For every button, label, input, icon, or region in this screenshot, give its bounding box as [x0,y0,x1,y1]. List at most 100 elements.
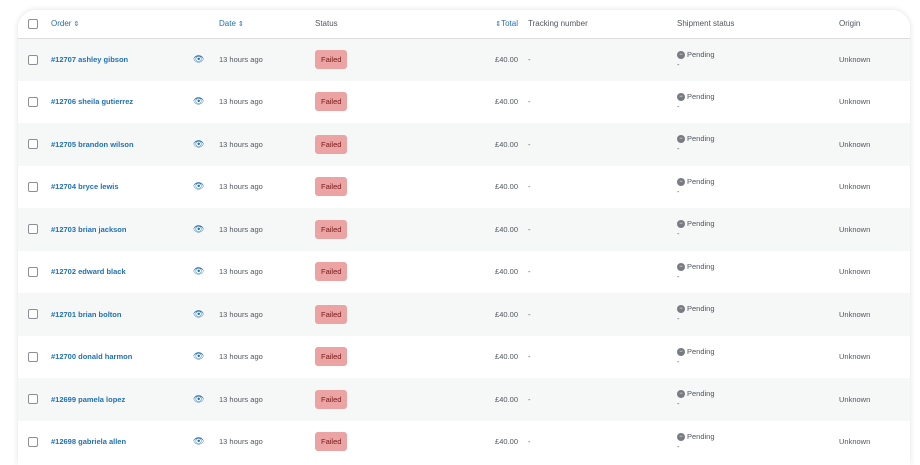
column-status: Status [315,10,463,38]
shipment-status: − Pending - [677,219,837,239]
order-date: 13 hours ago [219,55,263,64]
order-link[interactable]: #12705 brandon wilson [51,140,134,149]
pending-circle-icon: − [677,177,685,186]
shipment-status: − Pending - [677,389,837,409]
shipment-status-label: Pending [687,389,715,399]
order-link[interactable]: #12701 brian bolton [51,310,121,319]
table-header-row: Order ⇕ Date ⇕ Status ⇕Total Tracking numb… [18,10,910,38]
select-all-checkbox[interactable] [28,18,38,29]
tracking-number: - [528,224,531,234]
order-total: £40.00 [495,139,518,149]
row-checkbox[interactable] [28,309,38,320]
row-checkbox[interactable] [28,54,38,65]
table-row[interactable]: #12707 ashley gibson 👁︎ 13 hours ago Fai… [18,38,910,81]
row-checkbox[interactable] [28,96,38,107]
order-origin: Unknown [839,182,871,192]
status-badge: Failed [315,304,348,324]
eye-icon[interactable]: 👁︎ [193,436,204,446]
tracking-number: - [528,267,531,277]
column-order-label: Order [51,19,72,29]
order-origin: Unknown [839,309,871,319]
eye-icon[interactable]: 👁︎ [193,96,204,106]
order-link[interactable]: #12703 brian jackson [51,225,126,234]
table-row[interactable]: #12703 brian jackson 👁︎ 13 hours ago Fai… [18,208,910,251]
table-row[interactable]: #12706 sheila gutierrez 👁︎ 13 hours ago … [18,81,910,124]
order-total: £40.00 [495,224,518,234]
row-checkbox[interactable] [28,436,38,447]
column-status-label: Status [315,19,338,29]
table-row[interactable]: #12705 brandon wilson 👁︎ 13 hours ago Fa… [18,123,910,166]
column-tracking: Tracking number [520,10,677,38]
shipment-status-label: Pending [687,134,715,144]
status-badge: Failed [315,134,348,154]
eye-icon[interactable]: 👁︎ [193,266,204,276]
shipment-status-label: Pending [687,304,715,314]
order-link[interactable]: #12704 bryce lewis [51,182,119,191]
row-checkbox[interactable] [28,351,38,362]
shipment-status-label: Pending [687,261,715,271]
table-row[interactable]: #12700 donald harmon 👁︎ 13 hours ago Fai… [18,336,910,379]
row-checkbox[interactable] [28,266,38,277]
shipment-status-sub: - [677,229,680,239]
eye-icon[interactable]: 👁︎ [193,309,204,319]
order-total: £40.00 [495,352,518,362]
pending-circle-icon: − [677,432,685,441]
order-link[interactable]: #12700 donald harmon [51,352,132,361]
eye-icon[interactable]: 👁︎ [193,351,204,361]
order-origin: Unknown [839,267,871,277]
pending-circle-icon: − [677,135,685,144]
eye-icon[interactable]: 👁︎ [193,181,204,191]
column-total[interactable]: ⇕Total [463,10,520,38]
shipment-status-label: Pending [687,346,715,356]
tracking-number: - [528,182,531,192]
shipment-status-sub: - [677,186,680,196]
order-link[interactable]: #12706 sheila gutierrez [51,97,133,106]
table-row[interactable]: #12701 brian bolton 👁︎ 13 hours ago Fail… [18,293,910,336]
row-checkbox[interactable] [28,394,38,405]
shipment-status: − Pending - [677,177,837,197]
order-link[interactable]: #12702 edward black [51,267,126,276]
order-origin: Unknown [839,394,871,404]
eye-icon[interactable]: 👁︎ [193,224,204,234]
status-badge: Failed [315,219,348,239]
table-row[interactable]: #12702 edward black 👁︎ 13 hours ago Fail… [18,251,910,294]
status-badge: Failed [315,92,348,112]
order-link[interactable]: #12699 pamela lopez [51,395,125,404]
shipment-status: − Pending - [677,262,837,282]
column-order[interactable]: Order ⇕ [51,10,193,38]
table-row[interactable]: #12704 bryce lewis 👁︎ 13 hours ago Faile… [18,166,910,209]
shipment-status: − Pending - [677,50,837,70]
row-checkbox[interactable] [28,139,38,150]
column-shipment-label: Shipment status [677,19,735,29]
order-total: £40.00 [495,394,518,404]
eye-icon[interactable]: 👁︎ [193,54,204,64]
row-checkbox[interactable] [28,181,38,192]
shipment-status: − Pending - [677,347,837,367]
column-preview [193,10,219,38]
status-badge: Failed [315,262,348,282]
order-date: 13 hours ago [219,267,263,277]
orders-table: Order ⇕ Date ⇕ Status ⇕Total Tracking numb… [18,10,910,463]
tracking-number: - [528,97,531,107]
order-link[interactable]: #12707 ashley gibson [51,55,128,64]
pending-circle-icon: − [677,50,685,59]
order-link[interactable]: #12698 gabriela allen [51,437,126,446]
table-row[interactable]: #12698 gabriela allen 👁︎ 13 hours ago Fa… [18,421,910,464]
sort-arrows-icon: ⇕ [237,21,244,29]
status-badge: Failed [315,347,348,367]
order-origin: Unknown [839,352,871,362]
order-date: 13 hours ago [219,139,263,149]
tracking-number: - [528,309,531,319]
column-date[interactable]: Date ⇕ [219,10,315,38]
shipment-status: − Pending - [677,134,837,154]
table-row[interactable]: #12699 pamela lopez 👁︎ 13 hours ago Fail… [18,378,910,421]
tracking-number: - [528,139,531,149]
row-checkbox[interactable] [28,224,38,235]
order-total: £40.00 [495,437,518,447]
eye-icon[interactable]: 👁︎ [193,139,204,149]
column-tracking-label: Tracking number [528,19,588,29]
eye-icon[interactable]: 👁︎ [193,394,204,404]
order-total: £40.00 [495,267,518,277]
order-origin: Unknown [839,224,871,234]
order-date: 13 hours ago [219,394,263,404]
